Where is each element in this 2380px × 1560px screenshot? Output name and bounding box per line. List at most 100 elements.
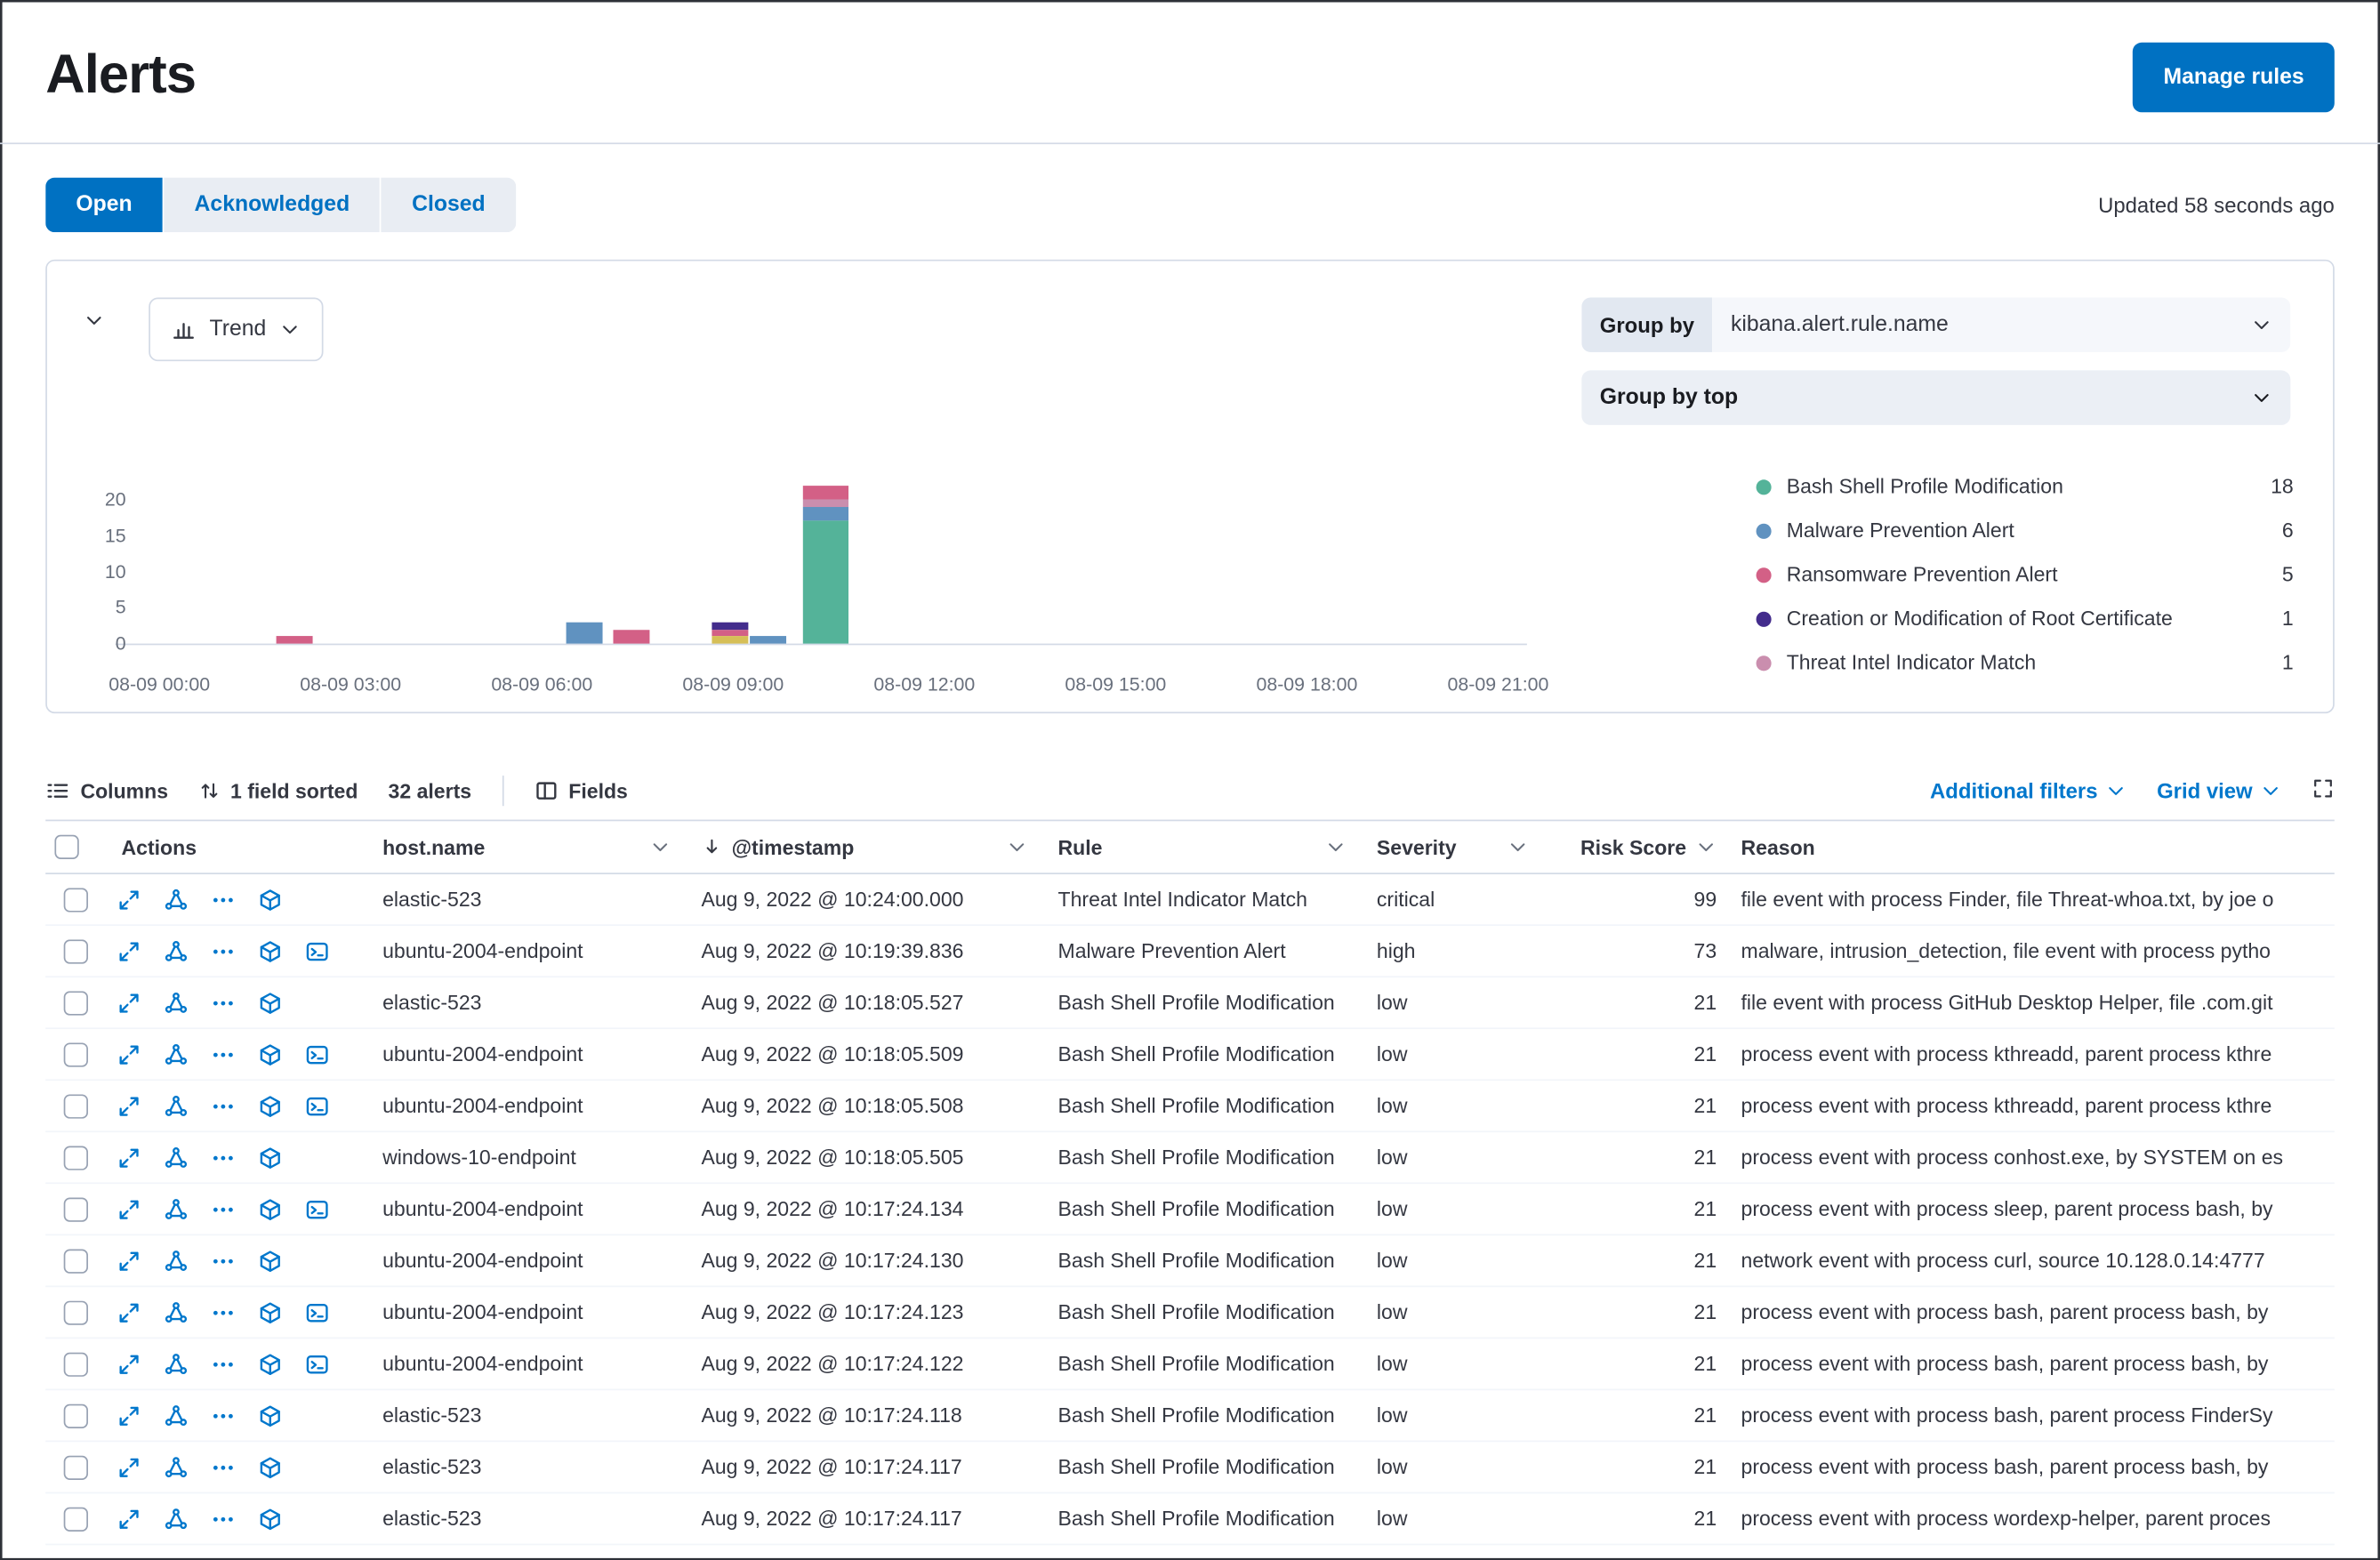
more-actions-button[interactable] <box>210 1505 237 1532</box>
manage-rules-button[interactable]: Manage rules <box>2133 43 2334 113</box>
col-header-rule[interactable]: Rule <box>1040 835 1358 858</box>
more-actions-button[interactable] <box>210 1299 237 1326</box>
row-checkbox[interactable] <box>64 1352 88 1376</box>
legend-item[interactable]: Threat Intel Indicator Match1 <box>1757 640 2294 684</box>
legend-item[interactable]: Ransomware Prevention Alert5 <box>1757 552 2294 596</box>
row-checkbox[interactable] <box>64 1300 88 1324</box>
row-checkbox[interactable] <box>64 939 88 963</box>
expand-alert-button[interactable] <box>116 1144 143 1171</box>
analyze-event-button[interactable] <box>163 1195 190 1223</box>
osquery-button[interactable] <box>256 1505 284 1532</box>
expand-alert-button[interactable] <box>116 1195 143 1223</box>
row-checkbox[interactable] <box>64 1455 88 1479</box>
osquery-button[interactable] <box>256 1092 284 1120</box>
session-view-button[interactable] <box>303 1299 331 1326</box>
more-actions-button[interactable] <box>210 1247 237 1275</box>
chart-view-select[interactable]: Trend <box>149 297 324 361</box>
analyze-event-button[interactable] <box>163 1144 190 1171</box>
more-actions-button[interactable] <box>210 886 237 913</box>
collapse-chart-button[interactable] <box>84 310 105 335</box>
osquery-button[interactable] <box>256 1453 284 1481</box>
group-by-top-select[interactable]: Group by top <box>1581 370 2290 424</box>
expand-alert-button[interactable] <box>116 937 143 965</box>
analyze-event-button[interactable] <box>163 1505 190 1532</box>
column-menu-button[interactable] <box>1325 836 1347 857</box>
chart-bar[interactable] <box>614 629 650 643</box>
expand-alert-button[interactable] <box>116 989 143 1017</box>
col-header-risk-score[interactable]: Risk Score <box>1540 835 1723 858</box>
row-checkbox[interactable] <box>64 1146 88 1170</box>
column-menu-button[interactable] <box>1006 836 1027 857</box>
row-checkbox[interactable] <box>64 991 88 1015</box>
expand-alert-button[interactable] <box>116 1402 143 1429</box>
column-menu-button[interactable] <box>649 836 671 857</box>
row-checkbox[interactable] <box>64 888 88 912</box>
session-view-button[interactable] <box>303 1195 331 1223</box>
expand-alert-button[interactable] <box>116 1041 143 1068</box>
columns-button[interactable]: Columns <box>45 779 168 803</box>
osquery-button[interactable] <box>256 937 284 965</box>
more-actions-button[interactable] <box>210 1144 237 1171</box>
select-all-checkbox[interactable] <box>54 835 78 859</box>
tab-acknowledged[interactable]: Acknowledged <box>164 178 380 232</box>
osquery-button[interactable] <box>256 1195 284 1223</box>
more-actions-button[interactable] <box>210 1092 237 1120</box>
more-actions-button[interactable] <box>210 1195 237 1223</box>
row-checkbox[interactable] <box>64 1249 88 1273</box>
session-view-button[interactable] <box>303 1092 331 1120</box>
col-header-timestamp[interactable]: @timestamp <box>683 835 1040 858</box>
legend-item[interactable]: Creation or Modification of Root Certifi… <box>1757 597 2294 640</box>
group-by-select[interactable]: Group by kibana.alert.rule.name <box>1581 297 2290 351</box>
expand-alert-button[interactable] <box>116 1505 143 1532</box>
row-checkbox[interactable] <box>64 1507 88 1531</box>
row-checkbox[interactable] <box>64 1197 88 1221</box>
more-actions-button[interactable] <box>210 1453 237 1481</box>
expand-alert-button[interactable] <box>116 886 143 913</box>
grid-view-button[interactable]: Grid view <box>2157 779 2281 803</box>
analyze-event-button[interactable] <box>163 1453 190 1481</box>
chart-bar[interactable] <box>751 637 787 644</box>
more-actions-button[interactable] <box>210 989 237 1017</box>
chart-bar[interactable] <box>803 485 848 643</box>
expand-alert-button[interactable] <box>116 1350 143 1378</box>
col-header-severity[interactable]: Severity <box>1358 835 1540 858</box>
analyze-event-button[interactable] <box>163 989 190 1017</box>
analyze-event-button[interactable] <box>163 1041 190 1068</box>
expand-alert-button[interactable] <box>116 1247 143 1275</box>
chart-bar[interactable] <box>566 622 602 643</box>
column-menu-button[interactable] <box>1508 836 1529 857</box>
osquery-button[interactable] <box>256 1299 284 1326</box>
osquery-button[interactable] <box>256 1247 284 1275</box>
additional-filters-button[interactable]: Additional filters <box>1930 779 2127 803</box>
osquery-button[interactable] <box>256 1041 284 1068</box>
session-view-button[interactable] <box>303 1350 331 1378</box>
row-checkbox[interactable] <box>64 1403 88 1427</box>
more-actions-button[interactable] <box>210 1402 237 1429</box>
analyze-event-button[interactable] <box>163 1247 190 1275</box>
chart-bar[interactable] <box>277 637 313 644</box>
session-view-button[interactable] <box>303 937 331 965</box>
tab-open[interactable]: Open <box>45 178 163 232</box>
osquery-button[interactable] <box>256 989 284 1017</box>
expand-alert-button[interactable] <box>116 1092 143 1120</box>
session-view-button[interactable] <box>303 1041 331 1068</box>
row-checkbox[interactable] <box>64 1094 88 1118</box>
analyze-event-button[interactable] <box>163 886 190 913</box>
legend-item[interactable]: Malware Prevention Alert6 <box>1757 509 2294 552</box>
analyze-event-button[interactable] <box>163 937 190 965</box>
expand-alert-button[interactable] <box>116 1299 143 1326</box>
analyze-event-button[interactable] <box>163 1402 190 1429</box>
fields-button[interactable]: Fields <box>534 779 628 803</box>
col-header-host-name[interactable]: host.name <box>365 835 683 858</box>
legend-item[interactable]: Bash Shell Profile Modification18 <box>1757 464 2294 508</box>
analyze-event-button[interactable] <box>163 1092 190 1120</box>
osquery-button[interactable] <box>256 1402 284 1429</box>
osquery-button[interactable] <box>256 886 284 913</box>
sort-fields-button[interactable]: 1 field sorted <box>198 779 358 802</box>
more-actions-button[interactable] <box>210 937 237 965</box>
col-header-reason[interactable]: Reason <box>1723 835 2335 858</box>
tab-closed[interactable]: Closed <box>382 178 516 232</box>
fullscreen-button[interactable] <box>2312 777 2335 805</box>
row-checkbox[interactable] <box>64 1042 88 1066</box>
more-actions-button[interactable] <box>210 1350 237 1378</box>
